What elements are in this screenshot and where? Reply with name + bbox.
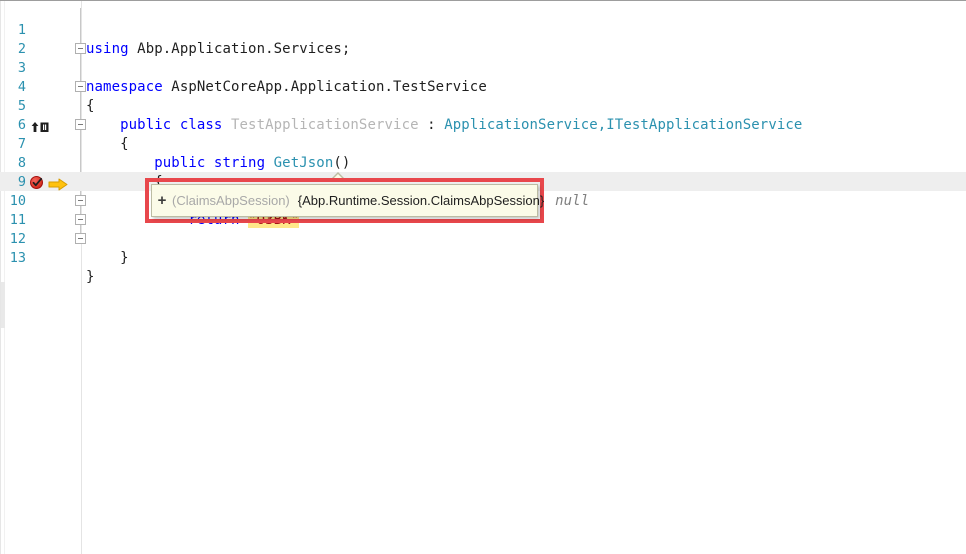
editor-line[interactable]: 7 public string GetJson() <box>0 116 966 171</box>
current-statement-arrow-icon[interactable] <box>48 176 68 191</box>
editor-line[interactable]: 9 var result = AbpSession?.UserId; resul… <box>0 154 966 209</box>
fold-toggle-icon[interactable] <box>75 119 86 130</box>
codelens-change-icon[interactable] <box>30 119 54 135</box>
editor-line[interactable]: 6 { <box>0 97 966 152</box>
editor-line[interactable]: 3 namespace AspNetCoreApp.Application.Te… <box>0 40 966 95</box>
fold-toggle-icon[interactable] <box>75 214 86 225</box>
window-top-divider <box>0 0 966 1</box>
editor-line[interactable]: 1 using Abp.Application.Services; <box>0 2 966 57</box>
line-number: 13 <box>9 250 26 266</box>
code-editor-surface[interactable]: 1 using Abp.Application.Services; 2 3 na… <box>0 0 966 554</box>
expand-icon[interactable]: + <box>152 192 172 209</box>
editor-line[interactable]: 4 { <box>0 59 966 114</box>
editor-line[interactable]: 5 public class TestApplicationService : … <box>0 78 966 133</box>
fold-toggle-icon[interactable] <box>75 43 86 54</box>
editor-line[interactable]: 8 { <box>0 135 966 190</box>
editor-line[interactable]: 2 <box>0 21 966 57</box>
breakpoint-hit-icon[interactable] <box>30 176 44 190</box>
fold-toggle-icon[interactable] <box>75 195 86 206</box>
line-code: } <box>86 250 129 266</box>
line-code: } <box>86 269 95 285</box>
datatip-expression: (ClaimsAbpSession) <box>172 193 290 208</box>
editor-line[interactable]: 13 } <box>0 230 966 285</box>
debugger-datatip[interactable]: + (ClaimsAbpSession) {Abp.Runtime.Sessio… <box>151 184 544 217</box>
datatip-value: {Abp.Runtime.Session.ClaimsAbpSession} <box>297 193 545 208</box>
fold-toggle-icon[interactable] <box>75 81 86 92</box>
fold-toggle-icon[interactable] <box>75 233 86 244</box>
